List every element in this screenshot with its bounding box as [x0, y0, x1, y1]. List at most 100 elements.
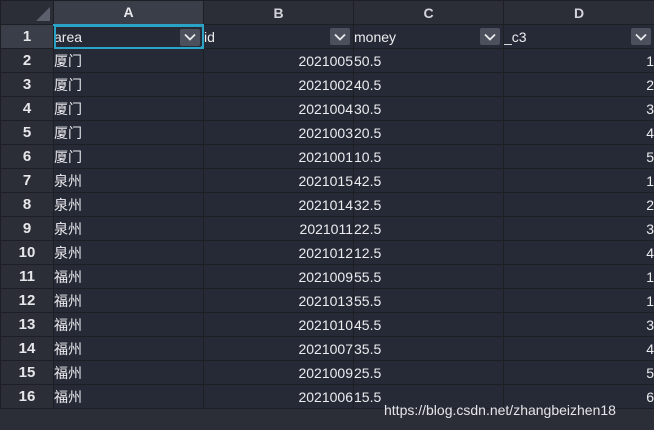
spreadsheet: A B C D 1 area id money _c3 2 厦门 2021005…	[0, 0, 654, 430]
cell-id[interactable]: 2021011	[203, 216, 354, 241]
cell-area[interactable]: 厦门	[53, 96, 204, 121]
cell-money[interactable]: 22.5	[353, 216, 504, 241]
cell-id[interactable]: 2021014	[203, 192, 354, 217]
cell-c3[interactable]: 3	[503, 96, 654, 121]
cell-c3[interactable]: 1	[503, 264, 654, 289]
cell-money[interactable]: 15.5	[353, 384, 504, 409]
cell-area[interactable]: 厦门	[53, 120, 204, 145]
row-header[interactable]: 3	[0, 72, 54, 97]
filter-dropdown-button[interactable]	[480, 28, 500, 45]
column-header-b[interactable]: B	[203, 0, 354, 25]
cell-area[interactable]: 福州	[53, 264, 204, 289]
cell-area[interactable]: 福州	[53, 288, 204, 313]
cell-money[interactable]: 12.5	[353, 240, 504, 265]
cell-c3[interactable]: 6	[503, 384, 654, 409]
cell-money[interactable]: 55.5	[353, 288, 504, 313]
chevron-down-icon	[334, 33, 346, 41]
cell-area[interactable]: 福州	[53, 312, 204, 337]
cell-id[interactable]: 2021001	[203, 144, 354, 169]
row-header[interactable]: 14	[0, 336, 54, 361]
column-header-c[interactable]: C	[353, 0, 504, 25]
cell-money[interactable]: 55.5	[353, 264, 504, 289]
select-all-corner[interactable]	[0, 0, 54, 25]
row-header[interactable]: 1	[0, 24, 54, 49]
cell-c3[interactable]: 1	[503, 288, 654, 313]
table-row: 13 福州 2021010 45.5 3	[0, 312, 654, 337]
cell-money[interactable]: 10.5	[353, 144, 504, 169]
cell-money[interactable]: 42.5	[353, 168, 504, 193]
cell-area[interactable]: 泉州	[53, 192, 204, 217]
cell-area[interactable]: 福州	[53, 336, 204, 361]
table-row: 12 福州 2021013 55.5 1	[0, 288, 654, 313]
cell-id[interactable]: 2021006	[203, 384, 354, 409]
cell-id[interactable]: 2021009	[203, 360, 354, 385]
row-header[interactable]: 15	[0, 360, 54, 385]
cell-area[interactable]: 福州	[53, 360, 204, 385]
row-header[interactable]: 6	[0, 144, 54, 169]
column-header-d[interactable]: D	[503, 0, 654, 25]
header-cell-money[interactable]: money	[353, 24, 504, 49]
cell-area[interactable]: 厦门	[53, 72, 204, 97]
filter-dropdown-button[interactable]	[180, 28, 200, 46]
row-header[interactable]: 12	[0, 288, 54, 313]
cell-area[interactable]: 泉州	[53, 168, 204, 193]
cell-c3[interactable]: 3	[503, 312, 654, 337]
cell-c3[interactable]: 4	[503, 120, 654, 145]
cell-money[interactable]: 50.5	[353, 48, 504, 73]
cell-area[interactable]: 泉州	[53, 240, 204, 265]
column-header-a[interactable]: A	[53, 0, 204, 26]
row-header[interactable]: 4	[0, 96, 54, 121]
chevron-down-icon	[184, 33, 196, 41]
cell-id[interactable]: 2021012	[203, 240, 354, 265]
header-cell-area[interactable]: area	[53, 24, 204, 49]
cell-c3[interactable]: 2	[503, 72, 654, 97]
chevron-down-icon	[635, 33, 647, 41]
row-header[interactable]: 9	[0, 216, 54, 241]
cell-id[interactable]: 2021005	[203, 48, 354, 73]
cell-area[interactable]: 厦门	[53, 48, 204, 73]
table-row: 9 泉州 2021011 22.5 3	[0, 216, 654, 241]
cell-money[interactable]: 32.5	[353, 192, 504, 217]
cell-money[interactable]: 30.5	[353, 96, 504, 121]
row-header[interactable]: 5	[0, 120, 54, 145]
cell-id[interactable]: 2021007	[203, 336, 354, 361]
header-cell-c3[interactable]: _c3	[503, 24, 654, 49]
cell-c3[interactable]: 4	[503, 336, 654, 361]
cell-c3[interactable]: 2	[503, 192, 654, 217]
table-row: 6 厦门 2021001 10.5 5	[0, 144, 654, 169]
cell-c3[interactable]: 3	[503, 216, 654, 241]
cell-c3[interactable]: 5	[503, 360, 654, 385]
row-header[interactable]: 2	[0, 48, 54, 73]
cell-area[interactable]: 泉州	[53, 216, 204, 241]
cell-id[interactable]: 2021002	[203, 72, 354, 97]
cell-area[interactable]: 厦门	[53, 144, 204, 169]
cell-money[interactable]: 45.5	[353, 312, 504, 337]
row-header[interactable]: 10	[0, 240, 54, 265]
cell-id[interactable]: 2021013	[203, 288, 354, 313]
row-header[interactable]: 7	[0, 168, 54, 193]
cell-c3[interactable]: 4	[503, 240, 654, 265]
header-cell-id[interactable]: id	[203, 24, 354, 49]
filter-dropdown-button[interactable]	[631, 28, 651, 45]
cell-id[interactable]: 2021003	[203, 120, 354, 145]
cell-c3[interactable]: 1	[503, 48, 654, 73]
row-header[interactable]: 8	[0, 192, 54, 217]
filter-dropdown-button[interactable]	[330, 28, 350, 45]
cell-area[interactable]: 福州	[53, 384, 204, 409]
cell-c3[interactable]: 5	[503, 144, 654, 169]
row-header[interactable]: 11	[0, 264, 54, 289]
cell-id[interactable]: 2021004	[203, 96, 354, 121]
cell-id[interactable]: 2021015	[203, 168, 354, 193]
table-row: 14 福州 2021007 35.5 4	[0, 336, 654, 361]
table-row: 8 泉州 2021014 32.5 2	[0, 192, 654, 217]
cell-money[interactable]: 40.5	[353, 72, 504, 97]
row-header[interactable]: 13	[0, 312, 54, 337]
cell-id[interactable]: 2021009	[203, 264, 354, 289]
cell-id[interactable]: 2021010	[203, 312, 354, 337]
row-header[interactable]: 16	[0, 384, 54, 409]
cell-money[interactable]: 35.5	[353, 336, 504, 361]
table-row: 4 厦门 2021004 30.5 3	[0, 96, 654, 121]
cell-c3[interactable]: 1	[503, 168, 654, 193]
cell-money[interactable]: 25.5	[353, 360, 504, 385]
cell-money[interactable]: 20.5	[353, 120, 504, 145]
